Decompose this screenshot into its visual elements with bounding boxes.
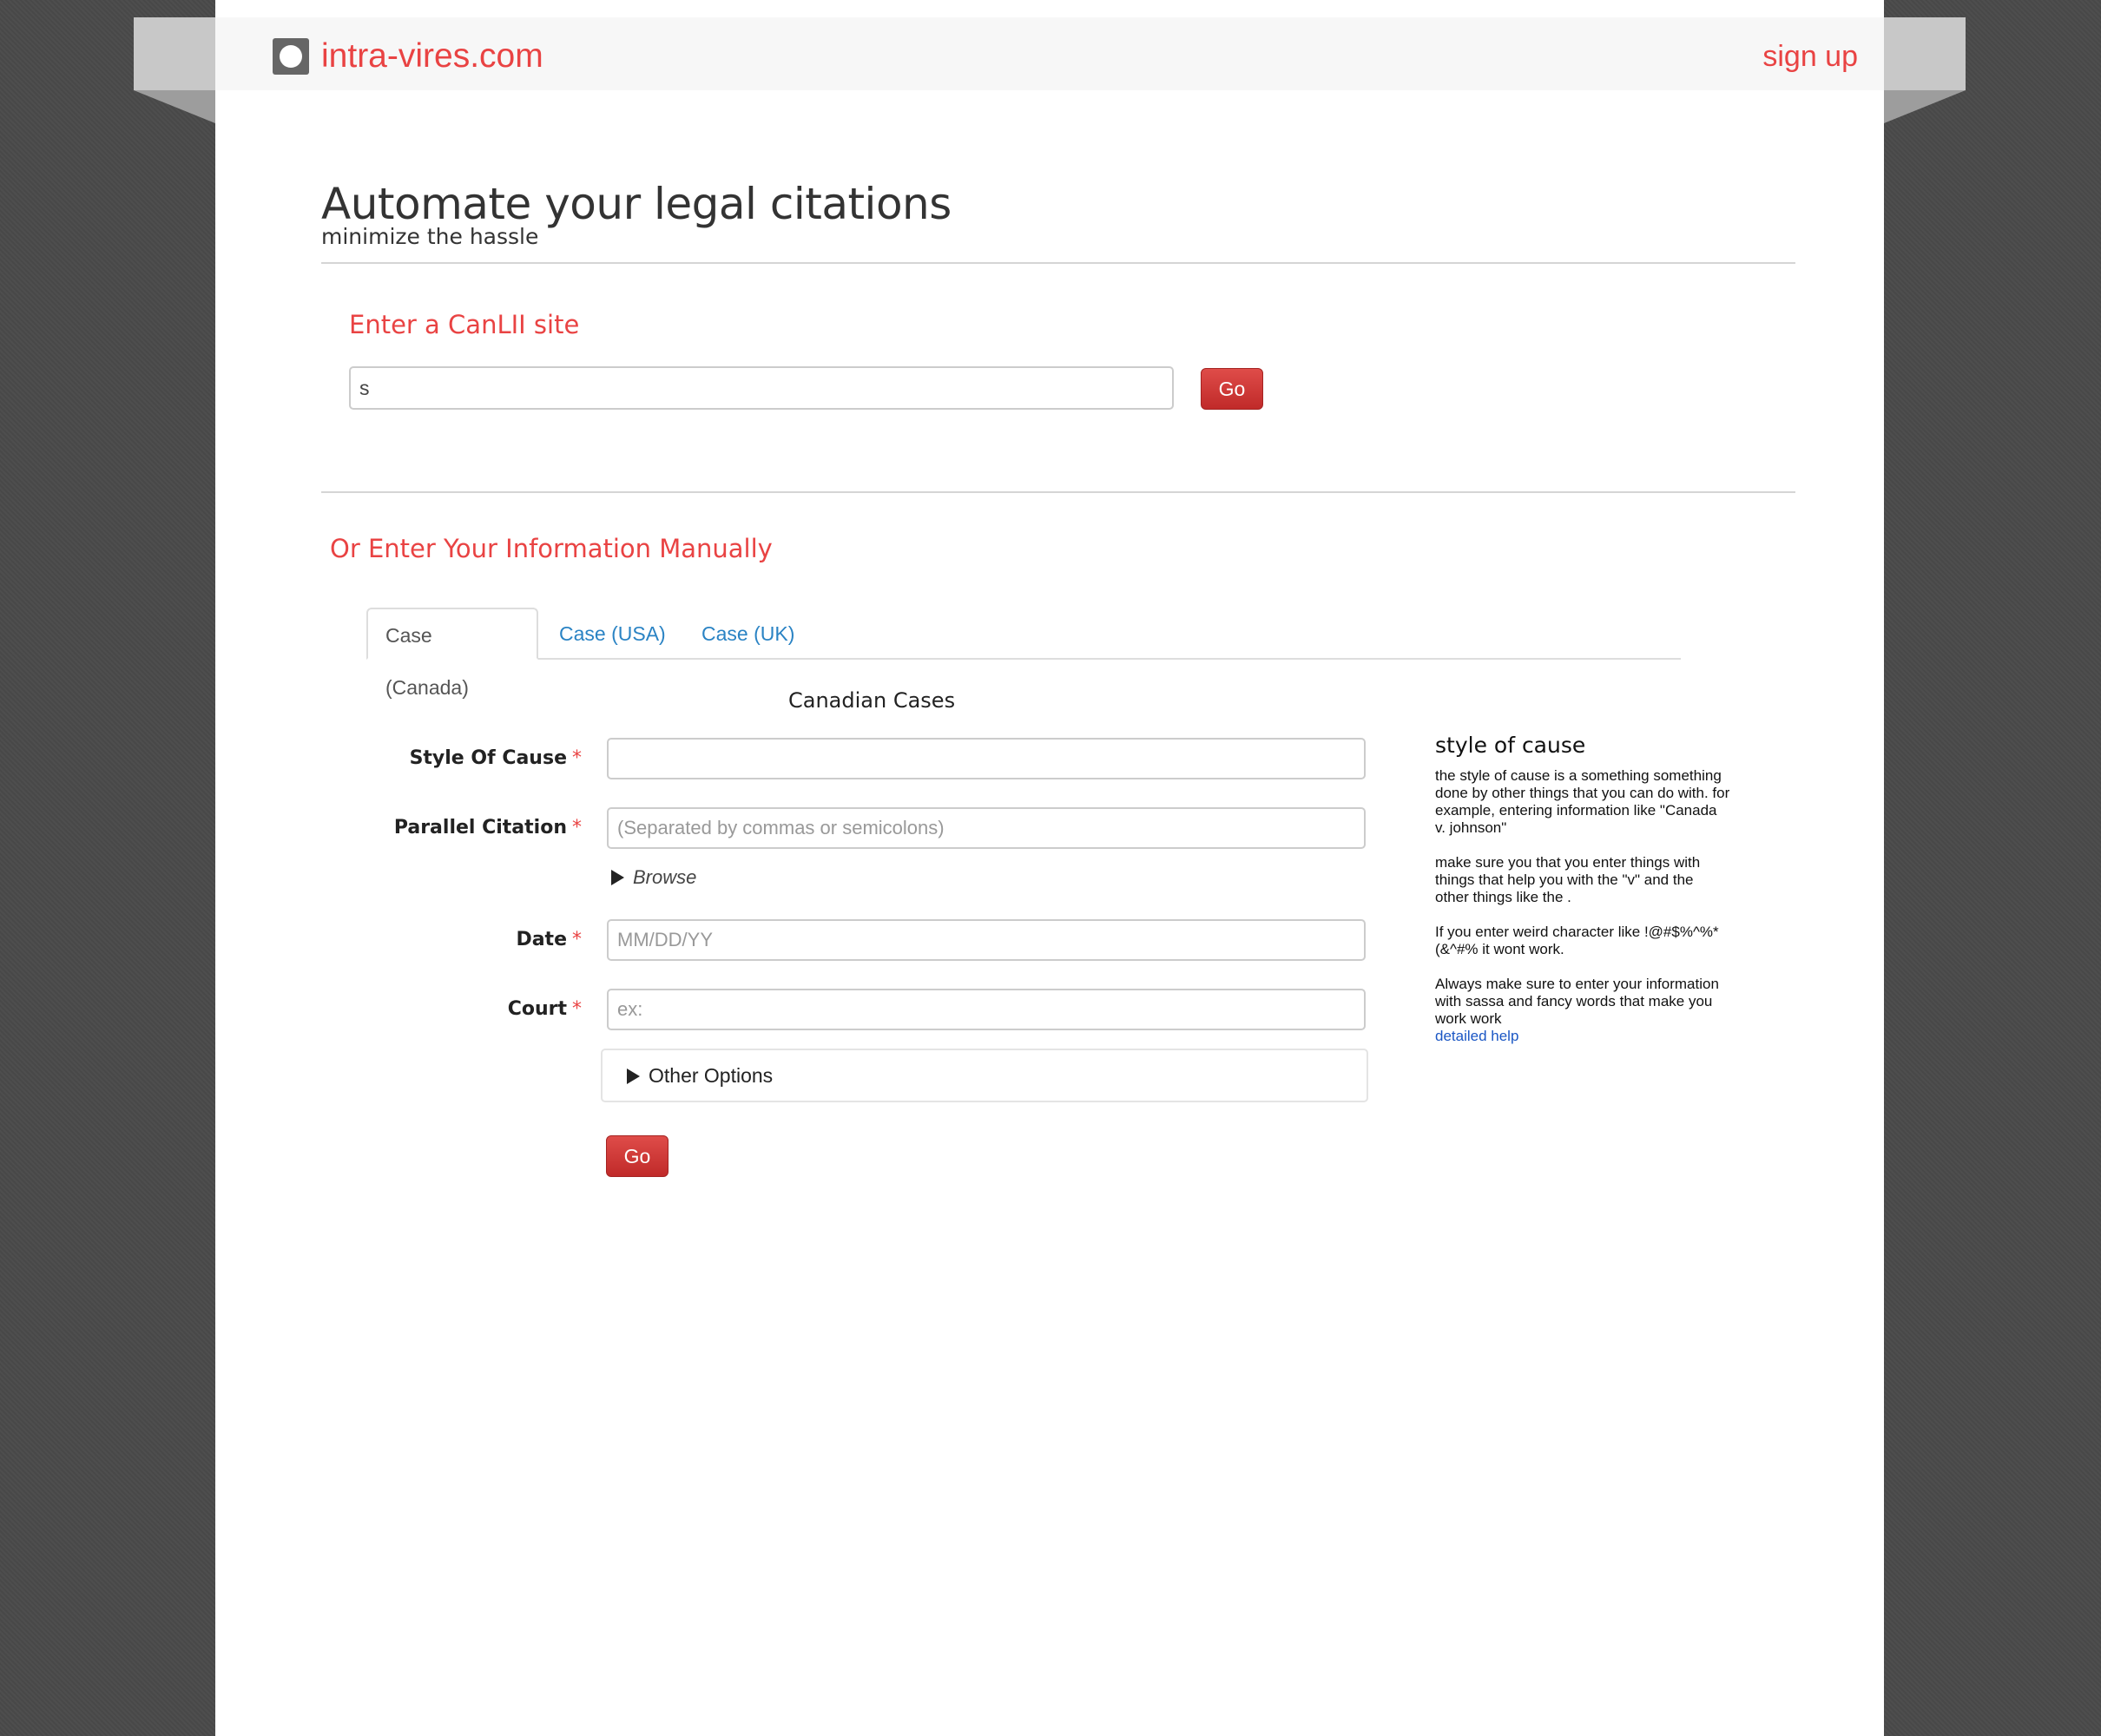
help-paragraph: If you enter weird character like !@#$%^…: [1435, 924, 1719, 957]
sign-up-link[interactable]: sign up: [1762, 35, 1858, 78]
date-input[interactable]: [607, 919, 1366, 961]
canlii-heading: Enter a CanLII site: [349, 310, 580, 339]
tab-case-usa[interactable]: Case (USA): [542, 608, 683, 660]
divider: [321, 491, 1795, 493]
detailed-help-link[interactable]: detailed help: [1435, 1028, 1730, 1045]
court-label-text: Court: [507, 998, 567, 1020]
navbar: intra-vires.com sign up: [215, 17, 1884, 90]
style-of-cause-label-text: Style Of Cause: [409, 747, 567, 769]
help-panel: style of cause the style of cause is a s…: [1435, 729, 1730, 1045]
logo-icon[interactable]: [273, 38, 309, 75]
style-of-cause-input[interactable]: [607, 738, 1366, 779]
court-input[interactable]: [607, 989, 1366, 1030]
parallel-citation-label-text: Parallel Citation: [393, 817, 567, 838]
ribbon-left-fold: [134, 90, 215, 123]
triangle-right-icon: [627, 1069, 640, 1084]
page-subtitle: minimize the hassle: [321, 224, 539, 249]
form-title: Canadian Cases: [788, 688, 956, 713]
ribbon-right-fold: [1884, 90, 1966, 123]
date-label: Date *: [215, 927, 582, 953]
site-logo-link[interactable]: intra-vires.com: [321, 35, 543, 78]
other-options-label: Other Options: [649, 1064, 774, 1087]
triangle-right-icon: [611, 870, 624, 885]
required-marker: *: [572, 817, 582, 838]
tab-case-canada[interactable]: Case (Canada): [366, 608, 538, 699]
ribbon-right-decoration: [1884, 17, 1966, 90]
browse-toggle[interactable]: Browse: [611, 863, 696, 892]
page-container: intra-vires.com sign up Automate your le…: [215, 0, 1884, 1736]
ribbon-left-decoration: [134, 17, 215, 90]
canlii-url-input[interactable]: [349, 366, 1174, 410]
help-paragraph: Always make sure to enter your informati…: [1435, 976, 1719, 1027]
other-options-toggle[interactable]: Other Options: [601, 1049, 1368, 1102]
required-marker: *: [572, 998, 582, 1020]
required-marker: *: [572, 747, 582, 769]
date-label-text: Date: [516, 929, 567, 950]
canlii-go-button[interactable]: Go: [1201, 368, 1263, 410]
help-paragraph: make sure you that you enter things with…: [1435, 854, 1701, 905]
parallel-citation-input[interactable]: [607, 807, 1366, 849]
court-label: Court *: [215, 996, 582, 1023]
divider: [321, 262, 1795, 264]
required-marker: *: [572, 929, 582, 950]
style-of-cause-label: Style Of Cause *: [215, 746, 582, 772]
parallel-citation-label: Parallel Citation *: [215, 815, 582, 841]
help-paragraph: the style of cause is a something someth…: [1435, 767, 1730, 836]
manual-go-button[interactable]: Go: [606, 1135, 668, 1177]
manual-entry-heading: Or Enter Your Information Manually: [330, 534, 773, 563]
tab-case-uk[interactable]: Case (UK): [684, 608, 812, 660]
help-title: style of cause: [1435, 733, 1586, 758]
browse-label: Browse: [633, 866, 697, 888]
